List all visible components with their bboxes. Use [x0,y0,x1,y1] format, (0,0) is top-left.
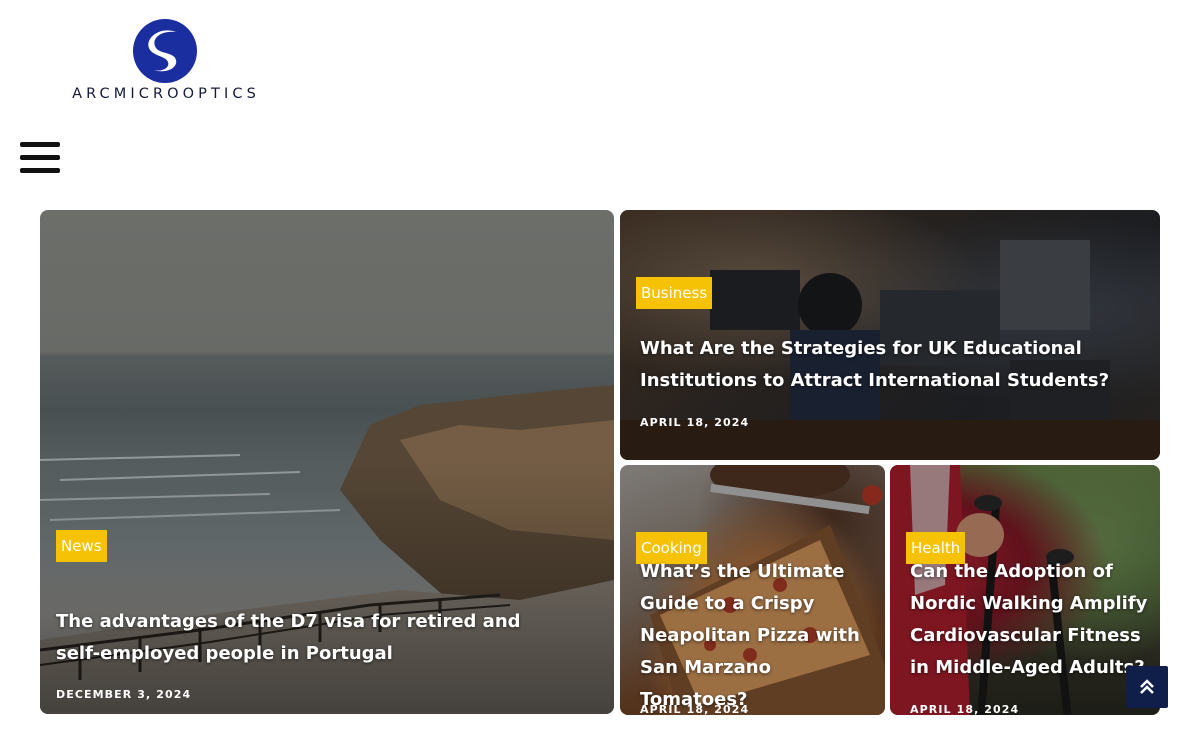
post-card-featured[interactable]: News The advantages of the D7 visa for r… [40,210,614,714]
hamburger-line [20,155,60,160]
site-name: ARCMICROOPTICS [72,86,260,102]
post-title[interactable]: What’s the Ultimate Guide to a Crispy Ne… [640,556,880,715]
hamburger-line [20,142,60,147]
post-card-business[interactable]: Business What Are the Strategies for UK … [620,210,1160,460]
post-date: APRIL 18, 2024 [910,703,1020,715]
s-swoosh-logo-icon [133,19,197,83]
scroll-to-top-button[interactable] [1126,666,1168,708]
post-date: DECEMBER 3, 2024 [56,688,192,701]
post-title[interactable]: The advantages of the D7 visa for retire… [56,606,556,670]
site-logo[interactable]: ARCMICROOPTICS [48,18,284,104]
category-badge[interactable]: Business [636,277,713,309]
post-date: APRIL 18, 2024 [640,416,750,429]
category-badge[interactable]: News [56,530,107,562]
post-date: APRIL 18, 2024 [640,703,750,715]
hamburger-icon[interactable] [20,142,60,176]
post-card-cooking[interactable]: Cooking What’s the Ultimate Guide to a C… [620,465,885,715]
post-title[interactable]: Can the Adoption of Nordic Walking Ampli… [910,556,1150,684]
post-title[interactable]: What Are the Strategies for UK Education… [640,333,1150,397]
hamburger-line [20,168,60,173]
double-chevron-up-icon [1140,679,1154,694]
post-card-health[interactable]: Health Can the Adoption of Nordic Walkin… [890,465,1160,715]
